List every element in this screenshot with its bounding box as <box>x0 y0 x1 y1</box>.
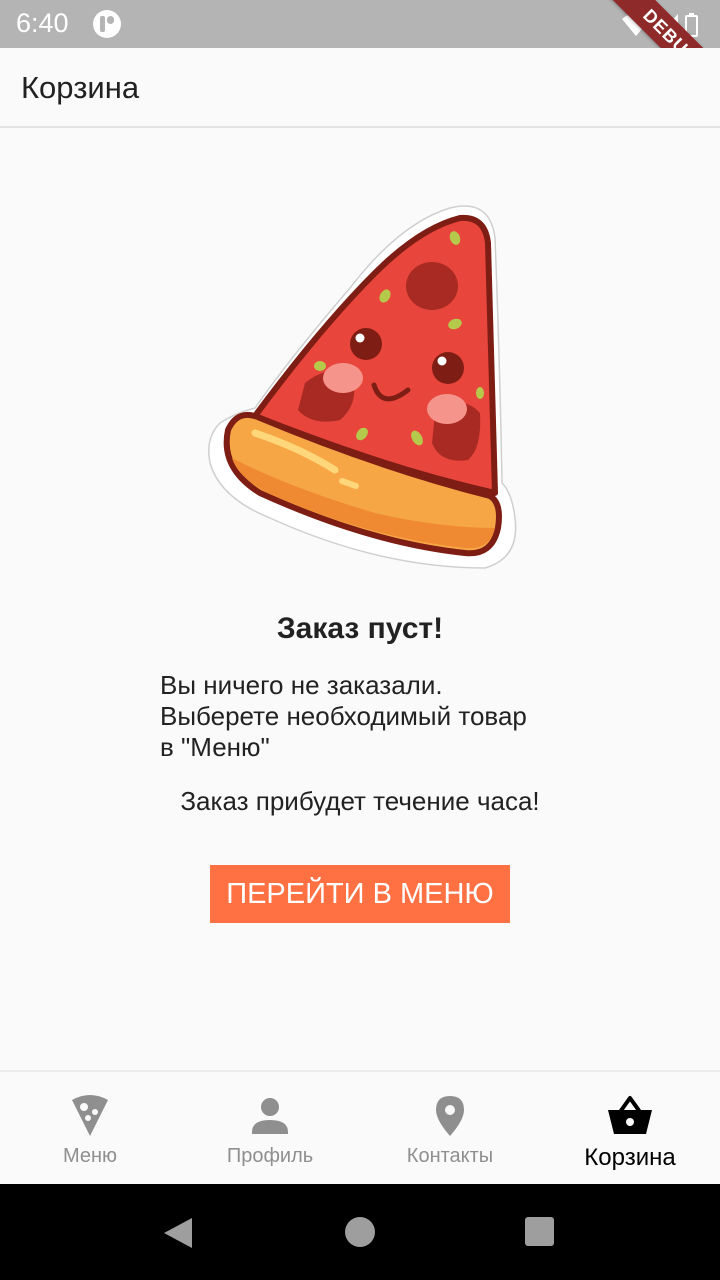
status-time: 6:40 <box>16 8 69 38</box>
nav-item-contacts[interactable]: Контакты <box>360 1072 540 1186</box>
delivery-note: Заказ прибудет течение часа! <box>180 786 540 816</box>
app-bar: Корзина <box>0 48 720 128</box>
nav-label-menu: Меню <box>62 1145 118 1167</box>
notification-app-icon <box>93 10 121 38</box>
pizza-illustration <box>208 205 517 569</box>
nav-item-cart[interactable]: Корзина <box>540 1072 720 1186</box>
location-pin-icon <box>436 1096 464 1136</box>
page-title: Корзина <box>21 70 140 105</box>
pizza-icon <box>72 1095 108 1136</box>
nav-label-contacts: Контакты <box>406 1145 494 1167</box>
nav-item-menu[interactable]: Меню <box>0 1072 180 1186</box>
home-icon[interactable] <box>345 1217 375 1247</box>
nav-label-cart: Корзина <box>584 1144 676 1171</box>
nav-item-profile[interactable]: Профиль <box>180 1072 360 1186</box>
empty-cart-title: Заказ пуст! <box>276 612 444 645</box>
bottom-navigation: Меню Профиль Контакты Корзина <box>0 1070 720 1184</box>
system-navigation-bar <box>0 1184 720 1280</box>
person-icon <box>252 1098 288 1134</box>
status-bar: 6:40 <box>0 0 720 48</box>
back-icon[interactable] <box>162 1216 194 1250</box>
cart-screen: 6:40 DEBUG Корзина Заказ пуст! Вы ничего… <box>0 0 720 1280</box>
empty-cart-description: Вы ничего не заказали. Выберете необходи… <box>160 670 527 762</box>
nav-label-profile: Профиль <box>226 1145 314 1167</box>
recent-apps-icon[interactable] <box>525 1217 554 1246</box>
basket-icon <box>608 1096 652 1134</box>
go-to-menu-button[interactable]: ПЕРЕЙТИ В МЕНЮ <box>210 865 510 923</box>
